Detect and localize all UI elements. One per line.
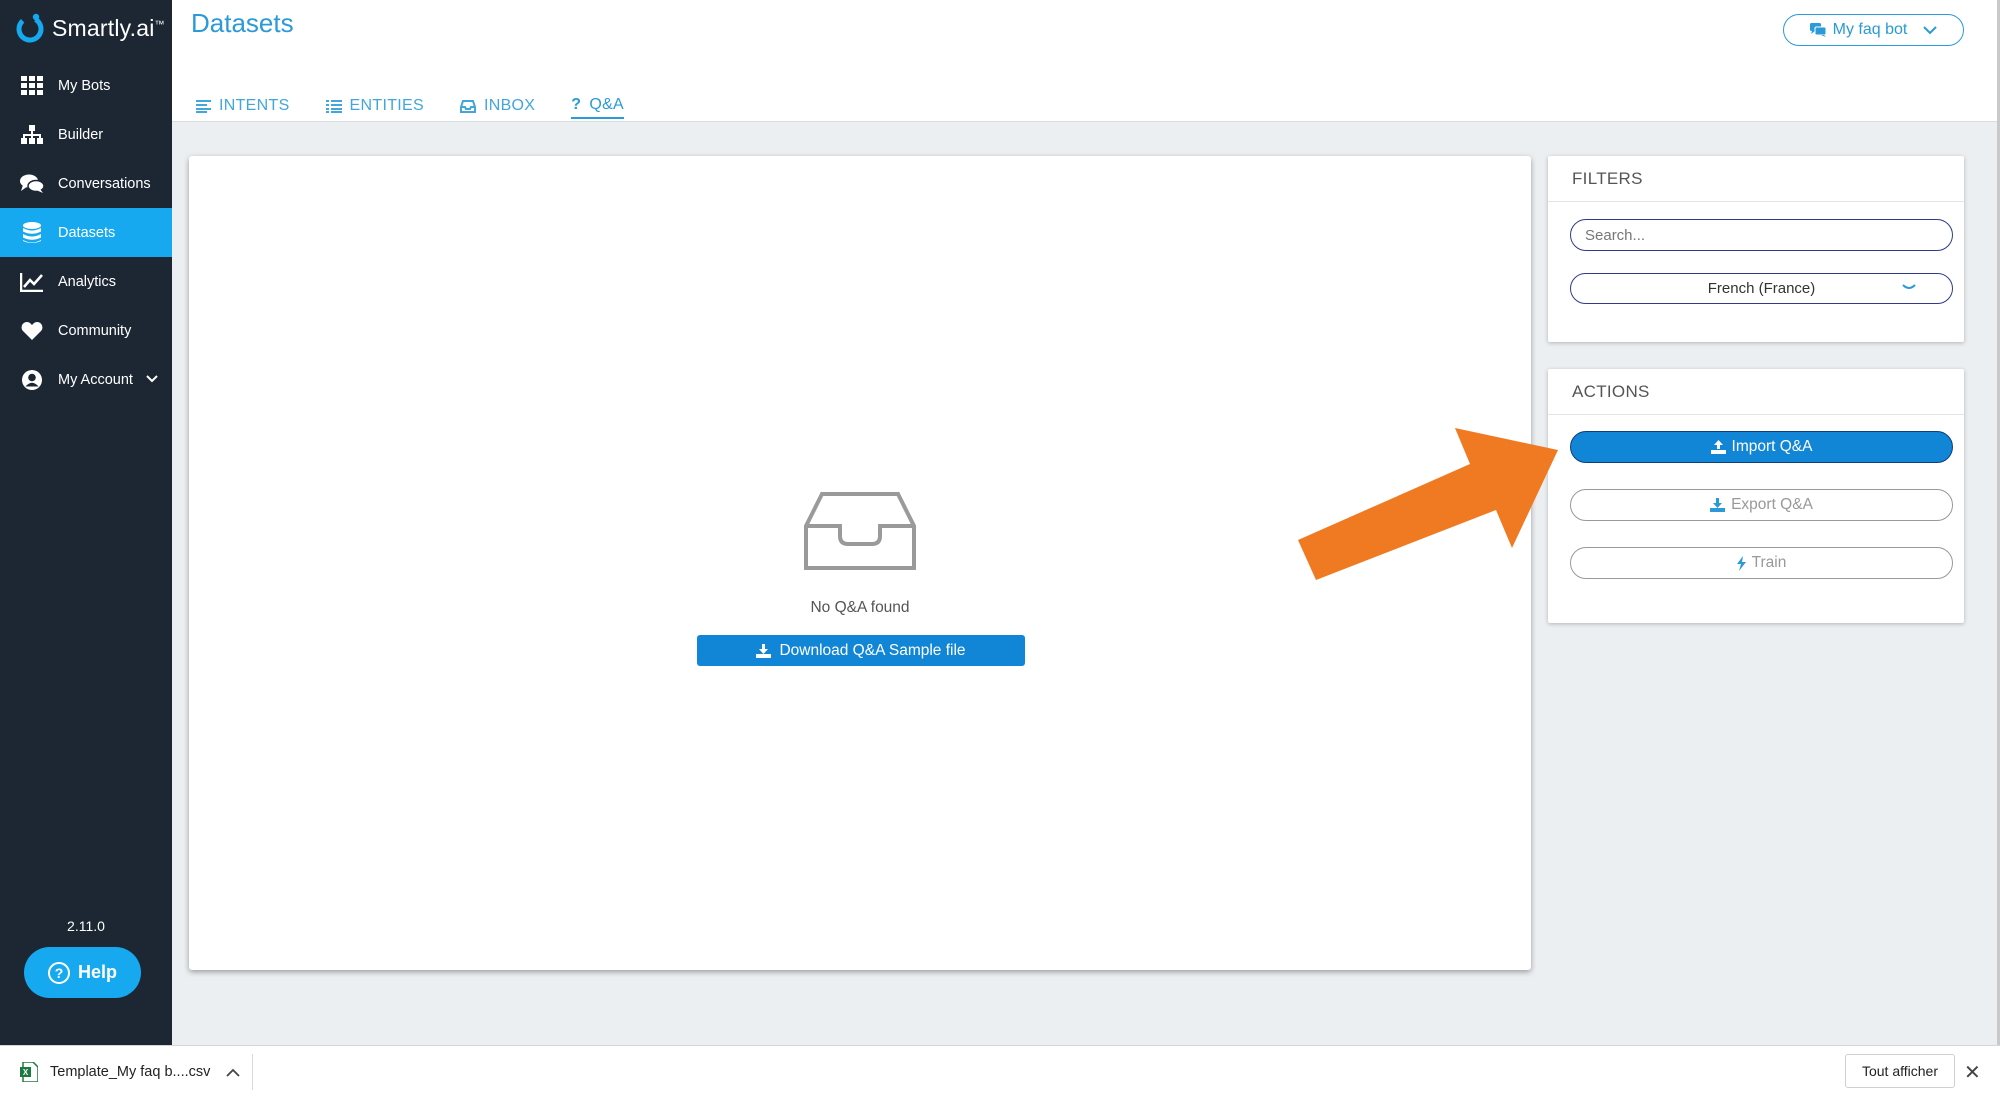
chevron-down-icon bbox=[1923, 25, 1938, 34]
empty-inbox-icon bbox=[804, 492, 916, 570]
language-select[interactable]: French (France) bbox=[1570, 273, 1953, 304]
logo[interactable]: Smartly.ai™ bbox=[14, 12, 165, 44]
sidebar-item-label: Builder bbox=[58, 126, 104, 143]
smartly-logo-icon bbox=[16, 13, 44, 43]
sidebar-nav: My Bots Builder Conversations Datasets A… bbox=[0, 61, 172, 404]
divider bbox=[252, 1054, 253, 1090]
train-button[interactable]: Train bbox=[1570, 547, 1953, 579]
browser-download-bar: X Template_My faq b....csv Tout afficher… bbox=[0, 1045, 2000, 1097]
sidebar-item-label: Community bbox=[58, 322, 132, 339]
tab-label: INTENTS bbox=[219, 97, 290, 114]
filters-title: FILTERS bbox=[1548, 156, 1964, 202]
app-version: 2.11.0 bbox=[67, 918, 105, 934]
sitemap-icon bbox=[20, 123, 44, 147]
list-icon bbox=[325, 99, 342, 113]
line-chart-icon bbox=[20, 270, 44, 294]
question-circle-icon: ? bbox=[47, 961, 70, 984]
sidebar-item-analytics[interactable]: Analytics bbox=[0, 257, 172, 306]
annotation-arrow bbox=[1298, 428, 1558, 580]
show-all-downloads-button[interactable]: Tout afficher bbox=[1845, 1054, 1955, 1088]
download-icon bbox=[1710, 498, 1726, 512]
tab-intents[interactable]: INTENTS bbox=[196, 96, 290, 119]
sidebar-item-community[interactable]: Community bbox=[0, 306, 172, 355]
download-icon bbox=[756, 643, 772, 658]
sidebar-item-my-account[interactable]: My Account bbox=[0, 355, 172, 404]
tab-inbox[interactable]: INBOX bbox=[459, 96, 536, 119]
question-icon: ? bbox=[571, 96, 582, 113]
filters-panel: FILTERS French (France) bbox=[1548, 156, 1964, 342]
bot-selector[interactable]: My faq bot bbox=[1783, 14, 1964, 46]
tab-label: INBOX bbox=[483, 97, 536, 114]
user-circle-icon bbox=[20, 368, 44, 392]
actions-title: ACTIONS bbox=[1548, 369, 1964, 415]
align-left-icon bbox=[196, 99, 211, 113]
chevron-up-icon[interactable] bbox=[226, 1068, 241, 1077]
database-icon bbox=[20, 221, 44, 245]
download-item[interactable]: X Template_My faq b....csv bbox=[20, 1058, 241, 1086]
tab-entities[interactable]: ENTITIES bbox=[325, 96, 424, 119]
svg-text:X: X bbox=[23, 1068, 29, 1077]
inbox-icon bbox=[459, 99, 476, 113]
excel-file-icon: X bbox=[20, 1062, 38, 1082]
close-icon[interactable]: ✕ bbox=[1964, 1060, 1981, 1085]
chat-bubbles-icon bbox=[20, 172, 44, 196]
tab-label: Q&A bbox=[589, 96, 625, 113]
tab-qa[interactable]: ? Q&A bbox=[571, 96, 625, 119]
chat-bubbles-icon bbox=[1809, 23, 1827, 37]
download-sample-button[interactable]: Download Q&A Sample file bbox=[697, 635, 1025, 666]
upload-icon bbox=[1710, 440, 1726, 454]
sidebar-item-label: My Bots bbox=[58, 77, 111, 94]
sidebar-item-label: My Account bbox=[58, 371, 133, 388]
download-file-name: Template_My faq b....csv bbox=[50, 1064, 211, 1080]
page-title: Datasets bbox=[191, 8, 294, 38]
train-label: Train bbox=[1751, 554, 1787, 571]
help-button[interactable]: ? Help bbox=[24, 947, 141, 998]
download-sample-label: Download Q&A Sample file bbox=[779, 641, 966, 659]
dataset-tabs: INTENTS ENTITIES INBOX ? Q&A bbox=[196, 96, 625, 119]
bot-selector-label: My faq bot bbox=[1832, 21, 1908, 38]
top-bar: Datasets My faq bot INTENTS ENTITIES INB… bbox=[172, 0, 2000, 122]
export-qa-button[interactable]: Export Q&A bbox=[1570, 489, 1953, 521]
export-label: Export Q&A bbox=[1731, 496, 1813, 513]
import-qa-button[interactable]: Import Q&A bbox=[1570, 431, 1953, 463]
sidebar: Smartly.ai™ My Bots Builder Conversation… bbox=[0, 0, 172, 1045]
sidebar-item-datasets[interactable]: Datasets bbox=[0, 208, 172, 257]
sidebar-item-builder[interactable]: Builder bbox=[0, 110, 172, 159]
sidebar-item-label: Datasets bbox=[58, 224, 116, 241]
help-label: Help bbox=[77, 962, 117, 982]
language-value: French (France) bbox=[1707, 280, 1816, 297]
actions-panel: ACTIONS Import Q&A Export Q&A Train bbox=[1548, 369, 1964, 623]
chevron-down-icon bbox=[1902, 284, 1916, 289]
grid-icon bbox=[20, 74, 44, 98]
sidebar-item-label: Conversations bbox=[58, 175, 151, 192]
search-input[interactable] bbox=[1570, 219, 1953, 251]
sidebar-item-my-bots[interactable]: My Bots bbox=[0, 61, 172, 110]
sidebar-item-conversations[interactable]: Conversations bbox=[0, 159, 172, 208]
logo-text: Smartly.ai™ bbox=[52, 14, 165, 41]
bolt-icon bbox=[1736, 555, 1746, 571]
import-label: Import Q&A bbox=[1731, 438, 1813, 455]
chevron-down-icon bbox=[146, 375, 158, 383]
empty-state-text: No Q&A found bbox=[810, 599, 910, 616]
heart-icon bbox=[20, 319, 44, 343]
tab-label: ENTITIES bbox=[349, 97, 424, 114]
sidebar-item-label: Analytics bbox=[58, 273, 117, 290]
